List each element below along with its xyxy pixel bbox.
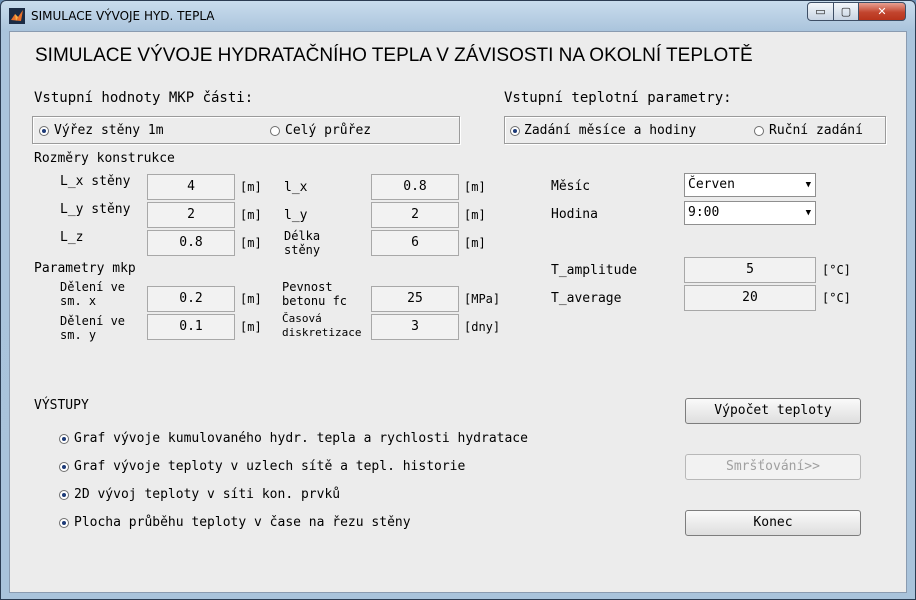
strength-label: Pevnost betonu fc <box>282 280 347 308</box>
output-option-4-radio[interactable] <box>59 518 69 528</box>
window-title: SIMULACE VÝVOJE HYD. TEPLA <box>31 9 215 23</box>
wall-length-unit: [m] <box>464 236 486 250</box>
average-field[interactable]: 20 <box>684 285 816 311</box>
radio-full-label[interactable]: Celý průřez <box>285 123 371 138</box>
chevron-down-icon: ▼ <box>805 208 811 218</box>
ly-wall-unit: [m] <box>240 208 262 222</box>
output-option-1-label[interactable]: Graf vývoje kumulovaného hydr. tepla a r… <box>74 431 528 446</box>
matlab-icon <box>9 8 25 24</box>
lx-wall-unit: [m] <box>240 180 262 194</box>
month-label: Měsíc <box>551 179 591 194</box>
ly-unit: [m] <box>464 208 486 222</box>
strength-label-line1: Pevnost <box>282 280 333 294</box>
wall-length-label-line1: Délka <box>284 229 321 243</box>
div-x-label: Dělení ve sm. x <box>60 280 125 308</box>
time-disc-label: Časová diskretizace <box>282 312 361 340</box>
ly-label: l_y <box>284 208 308 223</box>
div-x-unit: [m] <box>240 292 262 306</box>
div-y-label-line2: sm. y <box>60 328 97 342</box>
output-option-1-radio[interactable] <box>59 434 69 444</box>
strength-unit: [MPa] <box>464 292 501 306</box>
dimensions-label: Rozměry konstrukce <box>34 151 175 166</box>
lz-unit: [m] <box>240 236 262 250</box>
div-y-label: Dělení ve sm. y <box>60 314 125 342</box>
hour-value: 9:00 <box>688 205 720 220</box>
ly-field[interactable]: 2 <box>371 202 459 228</box>
shrinkage-button[interactable]: Smršťování>> <box>685 454 861 480</box>
main-panel: SIMULACE VÝVOJE HYDRATAČNÍHO TEPLA V ZÁV… <box>9 31 907 593</box>
month-select[interactable]: Červen ▼ <box>684 173 816 197</box>
minimize-icon: ▭ <box>815 5 826 18</box>
radio-manual-label[interactable]: Ruční zadání <box>769 123 863 138</box>
lx-field[interactable]: 0.8 <box>371 174 459 200</box>
mkp-radio-group: Výřez stěny 1m Celý průřez <box>32 116 460 144</box>
time-disc-label-line1: Časová <box>282 312 322 325</box>
div-y-unit: [m] <box>240 320 262 334</box>
ly-wall-field[interactable]: 2 <box>147 202 235 228</box>
amplitude-field[interactable]: 5 <box>684 257 816 283</box>
average-unit: [°C] <box>822 291 851 305</box>
lz-label: L_z <box>60 230 84 245</box>
output-option-4-label[interactable]: Plocha průběhu teploty v čase na řezu st… <box>74 515 411 530</box>
radio-manual[interactable] <box>754 126 764 136</box>
maximize-button[interactable]: ▢ <box>833 2 859 21</box>
title-bar[interactable]: SIMULACE VÝVOJE HYD. TEPLA ▭ ▢ ✕ <box>1 1 915 31</box>
page-title: SIMULACE VÝVOJE HYDRATAČNÍHO TEPLA V ZÁV… <box>35 45 753 66</box>
temp-section-title: Vstupní teplotní parametry: <box>504 90 732 106</box>
chevron-down-icon: ▼ <box>805 180 811 190</box>
ly-wall-label: L_y stěny <box>60 202 131 217</box>
time-disc-field[interactable]: 3 <box>371 314 459 340</box>
close-icon: ✕ <box>877 5 887 18</box>
strength-field[interactable]: 25 <box>371 286 459 312</box>
close-button[interactable]: ✕ <box>858 2 906 21</box>
compute-temperature-button[interactable]: Výpočet teploty <box>685 398 861 424</box>
output-option-3-radio[interactable] <box>59 490 69 500</box>
app-window: SIMULACE VÝVOJE HYD. TEPLA ▭ ▢ ✕ SIMULAC… <box>0 0 916 600</box>
radio-month-hour-label[interactable]: Zadání měsíce a hodiny <box>524 123 696 138</box>
outputs-title: VÝSTUPY <box>34 398 89 413</box>
lx-unit: [m] <box>464 180 486 194</box>
month-value: Červen <box>688 177 735 192</box>
output-option-2-radio[interactable] <box>59 462 69 472</box>
div-x-label-line2: sm. x <box>60 294 97 308</box>
lx-wall-label: L_x stěny <box>60 174 131 189</box>
radio-month-hour[interactable] <box>510 126 520 136</box>
wall-length-label-line2: stěny <box>284 243 321 257</box>
amplitude-unit: [°C] <box>822 263 851 277</box>
lz-field[interactable]: 0.8 <box>147 230 235 256</box>
hour-label: Hodina <box>551 207 598 222</box>
radio-full[interactable] <box>270 126 280 136</box>
div-x-label-line1: Dělení ve <box>60 280 126 294</box>
amplitude-label: T_amplitude <box>551 263 638 278</box>
time-disc-unit: [dny] <box>464 320 501 334</box>
mkp-params-label: Parametry mkp <box>34 261 136 276</box>
strength-label-line2: betonu fc <box>282 294 348 308</box>
radio-section-label[interactable]: Výřez stěny 1m <box>54 123 164 138</box>
div-y-field[interactable]: 0.1 <box>147 314 235 340</box>
output-option-2-label[interactable]: Graf vývoje teploty v uzlech sítě a tepl… <box>74 459 465 474</box>
wall-length-label: Délka stěny <box>284 229 320 257</box>
end-button[interactable]: Konec <box>685 510 861 536</box>
minimize-button[interactable]: ▭ <box>807 2 834 21</box>
time-disc-label-line2: diskretizace <box>282 326 362 339</box>
temp-radio-group: Zadání měsíce a hodiny Ruční zadání <box>504 116 886 144</box>
wall-length-field[interactable]: 6 <box>371 230 459 256</box>
output-option-3-label[interactable]: 2D vývoj teploty v síti kon. prvků <box>74 487 340 502</box>
hour-select[interactable]: 9:00 ▼ <box>684 201 816 225</box>
mkp-section-title: Vstupní hodnoty MKP části: <box>34 90 254 106</box>
average-label: T_average <box>551 291 622 306</box>
maximize-icon: ▢ <box>840 5 852 18</box>
div-x-field[interactable]: 0.2 <box>147 286 235 312</box>
radio-section[interactable] <box>39 126 49 136</box>
lx-label: l_x <box>284 180 308 195</box>
div-y-label-line1: Dělení ve <box>60 314 126 328</box>
lx-wall-field[interactable]: 4 <box>147 174 235 200</box>
